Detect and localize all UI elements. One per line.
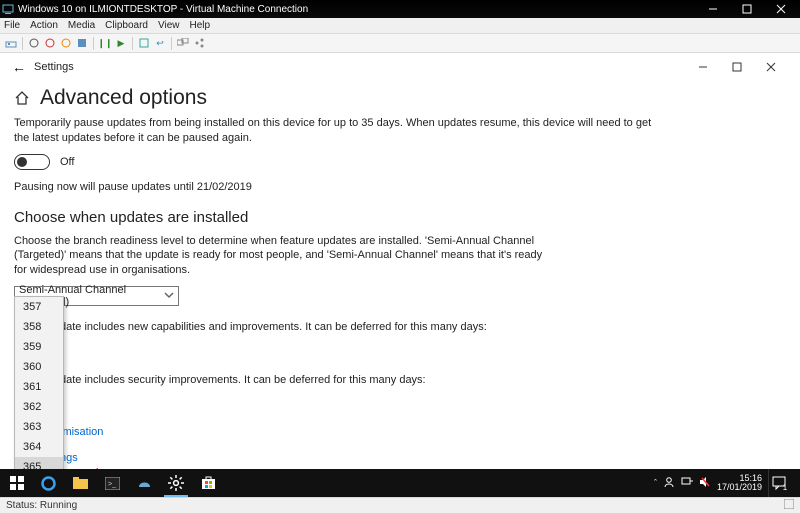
vm-statusbar: Status: Running <box>0 497 800 513</box>
pause-icon[interactable]: ❙❙ <box>98 36 112 50</box>
vm-menubar: File Action Media Clipboard View Help <box>0 18 800 34</box>
svg-text:>_: >_ <box>108 481 116 488</box>
vm-menu-action[interactable]: Action <box>30 20 58 31</box>
tray-network-icon[interactable] <box>681 476 693 490</box>
revert-icon[interactable]: ↩ <box>153 36 167 50</box>
settings-minimize-button[interactable] <box>686 53 720 80</box>
start-icon[interactable] <box>27 36 41 50</box>
taskbar-edge-icon[interactable] <box>32 469 64 497</box>
delivery-optimisation-link[interactable]: imisation <box>60 426 103 438</box>
vm-menu-clipboard[interactable]: Clipboard <box>105 20 148 31</box>
save-icon[interactable] <box>75 36 89 50</box>
vm-close-button[interactable] <box>764 0 798 18</box>
back-button[interactable]: ← <box>12 59 30 75</box>
system-tray[interactable]: ˆ 15:16 17/01/2019 1 <box>654 469 798 497</box>
page-title: Advanced options <box>40 86 207 110</box>
feature-update-text: date includes new capabilities and impro… <box>60 320 700 335</box>
pause-updates-toggle[interactable] <box>14 154 50 170</box>
vm-viewport: ← Settings Advanced options Temporarily … <box>0 53 800 497</box>
vm-status-text: Status: Running <box>6 500 77 511</box>
tray-chevron-up-icon[interactable]: ˆ <box>654 478 657 488</box>
share-icon[interactable] <box>192 36 206 50</box>
vm-titlebar: Windows 10 on ILMIONTDESKTOP - Virtual M… <box>0 0 800 18</box>
checkpoint-icon[interactable] <box>137 36 151 50</box>
enhanced-session-icon[interactable] <box>176 36 190 50</box>
settings-header-label: Settings <box>34 61 74 73</box>
vm-toolbar: ❙❙ ▶ ↩ <box>0 34 800 53</box>
defer-days-dropdown[interactable]: 357 358 359 360 361 362 363 364 365 <box>14 296 64 478</box>
dropdown-option[interactable]: 364 <box>15 437 63 457</box>
dropdown-option[interactable]: 359 <box>15 337 63 357</box>
taskbar-store-icon[interactable] <box>192 469 224 497</box>
pause-until-text: Pausing now will pause updates until 21/… <box>14 180 654 195</box>
vm-menu-media[interactable]: Media <box>68 20 95 31</box>
taskbar-settings-icon[interactable] <box>160 469 192 497</box>
reset-icon[interactable]: ▶ <box>114 36 128 50</box>
dropdown-option[interactable]: 363 <box>15 417 63 437</box>
settings-maximize-button[interactable] <box>720 53 754 80</box>
settings-close-button[interactable] <box>754 53 788 80</box>
dropdown-option[interactable]: 357 <box>15 297 63 317</box>
chevron-down-icon <box>164 290 174 303</box>
vm-menu-file[interactable]: File <box>4 20 20 31</box>
dropdown-option[interactable]: 361 <box>15 377 63 397</box>
vm-maximize-button[interactable] <box>730 0 764 18</box>
dropdown-option[interactable]: 360 <box>15 357 63 377</box>
start-button[interactable] <box>2 469 32 497</box>
settings-content: Advanced options Temporarily pause updat… <box>0 80 800 464</box>
windows-taskbar: >_ ˆ 15:16 17/01/2019 1 <box>0 469 800 497</box>
vm-app-icon <box>2 3 14 15</box>
toggle-state-label: Off <box>60 156 74 168</box>
vm-title-text: Windows 10 on ILMIONTDESKTOP - Virtual M… <box>18 4 696 15</box>
quality-update-text: date includes security improvements. It … <box>60 373 700 388</box>
vm-menu-help[interactable]: Help <box>189 20 210 31</box>
shutdown-icon[interactable] <box>59 36 73 50</box>
ctrl-alt-del-icon[interactable] <box>4 36 18 50</box>
taskbar-explorer-icon[interactable] <box>64 469 96 497</box>
vm-menu-view[interactable]: View <box>158 20 180 31</box>
action-center-button[interactable]: 1 <box>768 469 794 497</box>
tray-volume-icon[interactable] <box>699 476 711 490</box>
choose-updates-heading: Choose when updates are installed <box>14 209 786 226</box>
turnoff-icon[interactable] <box>43 36 57 50</box>
taskbar-clock[interactable]: 15:16 17/01/2019 <box>717 474 762 493</box>
home-icon[interactable] <box>14 90 30 106</box>
settings-window-header: ← Settings <box>0 53 800 80</box>
tray-people-icon[interactable] <box>663 476 675 490</box>
taskbar-terminal-icon[interactable]: >_ <box>96 469 128 497</box>
vm-status-indicator-icon <box>784 499 794 512</box>
taskbar-app-icon[interactable] <box>128 469 160 497</box>
vm-minimize-button[interactable] <box>696 0 730 18</box>
dropdown-option[interactable]: 362 <box>15 397 63 417</box>
pause-description: Temporarily pause updates from being ins… <box>14 116 654 146</box>
branch-description: Choose the branch readiness level to det… <box>14 234 554 279</box>
dropdown-option[interactable]: 358 <box>15 317 63 337</box>
